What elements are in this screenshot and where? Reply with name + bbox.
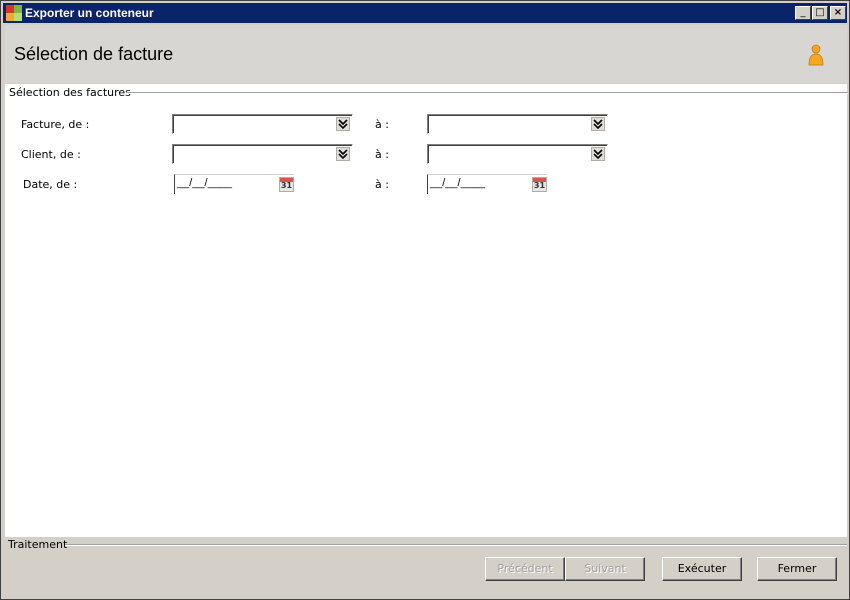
footer-group-legend: Traitement bbox=[8, 538, 71, 551]
invoice-to-combo[interactable] bbox=[427, 114, 608, 134]
processing-footer: Traitement Précédent Suivant Exécuter Fe… bbox=[5, 538, 847, 597]
date-from-field[interactable]: __/__/____ 31 bbox=[174, 174, 294, 194]
close-window-button[interactable]: × bbox=[830, 6, 846, 20]
page-header: Sélection de facture bbox=[5, 25, 847, 83]
client-from-combo[interactable] bbox=[172, 144, 353, 164]
date-from-value[interactable]: __/__/____ bbox=[177, 177, 232, 189]
date-to-label: à : bbox=[375, 178, 389, 191]
page-title: Sélection de facture bbox=[14, 44, 174, 64]
app-icon bbox=[6, 5, 22, 21]
date-to-field[interactable]: __/__/____ 31 bbox=[427, 174, 547, 194]
execute-button[interactable]: Exécuter bbox=[662, 557, 742, 581]
footer-divider bbox=[65, 544, 847, 546]
client-from-label: Client, de : bbox=[21, 148, 81, 161]
invoice-from-label: Facture, de : bbox=[21, 118, 90, 131]
calendar-icon[interactable]: 31 bbox=[279, 177, 294, 192]
invoice-selection-panel: Sélection des factures Facture, de : à :… bbox=[5, 84, 848, 537]
next-button[interactable]: Suivant bbox=[565, 557, 645, 581]
minimize-button[interactable]: _ bbox=[795, 6, 811, 20]
invoice-to-label: à : bbox=[375, 118, 389, 131]
user-icon[interactable] bbox=[807, 44, 825, 66]
previous-button[interactable]: Précédent bbox=[485, 557, 565, 581]
group-divider bbox=[126, 92, 848, 94]
invoice-from-combo[interactable] bbox=[172, 114, 353, 134]
client-to-combo[interactable] bbox=[427, 144, 608, 164]
client-to-label: à : bbox=[375, 148, 389, 161]
close-button[interactable]: Fermer bbox=[757, 557, 837, 581]
double-chevron-down-icon[interactable] bbox=[591, 117, 605, 131]
selection-group-legend: Sélection des factures bbox=[9, 86, 135, 99]
double-chevron-down-icon[interactable] bbox=[336, 117, 350, 131]
export-container-window: Exporter un conteneur _ □ × Sélection de… bbox=[0, 0, 850, 600]
window-title: Exporter un conteneur bbox=[25, 6, 154, 20]
calendar-icon[interactable]: 31 bbox=[532, 177, 547, 192]
double-chevron-down-icon[interactable] bbox=[336, 147, 350, 161]
date-to-value[interactable]: __/__/____ bbox=[430, 177, 485, 189]
date-from-label: Date, de : bbox=[23, 178, 78, 191]
double-chevron-down-icon[interactable] bbox=[591, 147, 605, 161]
maximize-button[interactable]: □ bbox=[812, 6, 828, 20]
title-bar[interactable]: Exporter un conteneur _ □ × bbox=[3, 3, 847, 23]
